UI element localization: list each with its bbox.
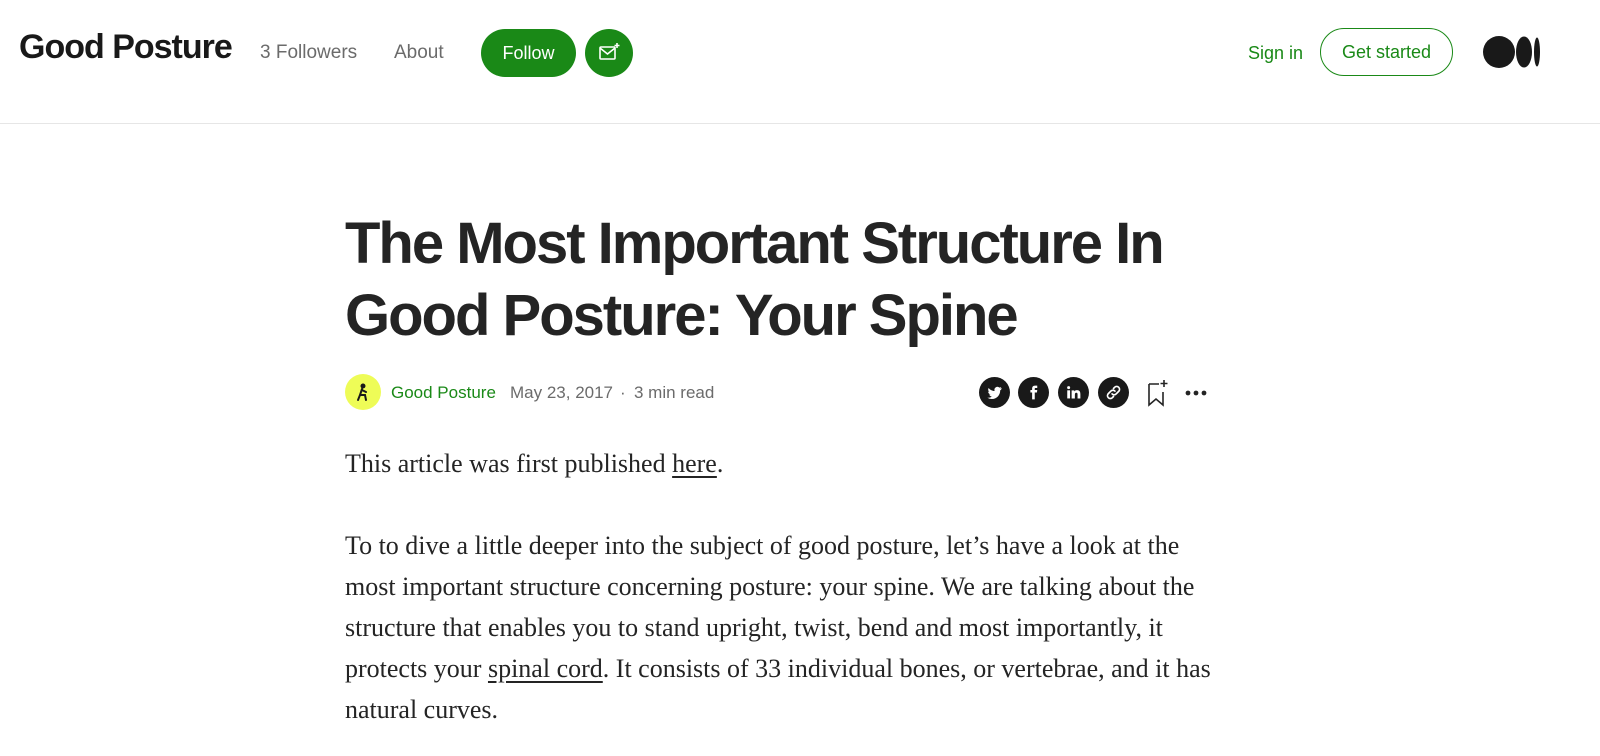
publication-name[interactable]: Good Posture [19, 28, 233, 67]
bookmark-button[interactable] [1145, 378, 1171, 408]
publication-avatar[interactable] [345, 374, 381, 410]
more-options-button[interactable] [1183, 380, 1209, 406]
bookmark-add-icon [1148, 380, 1168, 407]
paragraph-intro: This article was first published here. [345, 443, 1225, 484]
about-link[interactable]: About [394, 42, 444, 64]
top-navigation-bar: Good Posture 3 Followers About Follow Si… [0, 0, 1600, 124]
spinal-cord-link[interactable]: spinal cord [488, 654, 603, 683]
paragraph-spine: To to dive a little deeper into the subj… [345, 525, 1225, 730]
paragraph-text: This article was first published [345, 449, 673, 478]
paragraph-text: . [716, 449, 724, 478]
author-link[interactable]: Good Posture [391, 383, 496, 403]
here-link[interactable]: here [672, 449, 717, 478]
share-twitter-button[interactable] [979, 377, 1010, 408]
sign-in-link[interactable]: Sign in [1248, 43, 1303, 64]
publish-date: May 23, 2017 [510, 383, 614, 402]
more-icon [1185, 390, 1207, 396]
copy-link-button[interactable] [1098, 377, 1129, 408]
meta-separator: · [620, 383, 626, 402]
twitter-icon [987, 386, 1002, 400]
link-icon [1106, 385, 1121, 400]
read-time: 3 min read [634, 383, 715, 402]
get-started-button[interactable]: Get started [1320, 28, 1453, 76]
share-facebook-button[interactable] [1018, 377, 1049, 408]
mail-plus-icon [599, 43, 620, 60]
followers-link[interactable]: 3 Followers [260, 42, 357, 64]
facebook-icon [1030, 385, 1038, 400]
follow-button[interactable]: Follow [481, 29, 576, 77]
linkedin-icon [1067, 386, 1081, 399]
share-linkedin-button[interactable] [1058, 377, 1089, 408]
article-title: The Most Important Structure In Good Pos… [345, 211, 1165, 348]
posture-figure-icon [357, 383, 367, 401]
subscribe-button[interactable] [585, 29, 633, 77]
medium-logo-icon[interactable] [1483, 35, 1541, 74]
